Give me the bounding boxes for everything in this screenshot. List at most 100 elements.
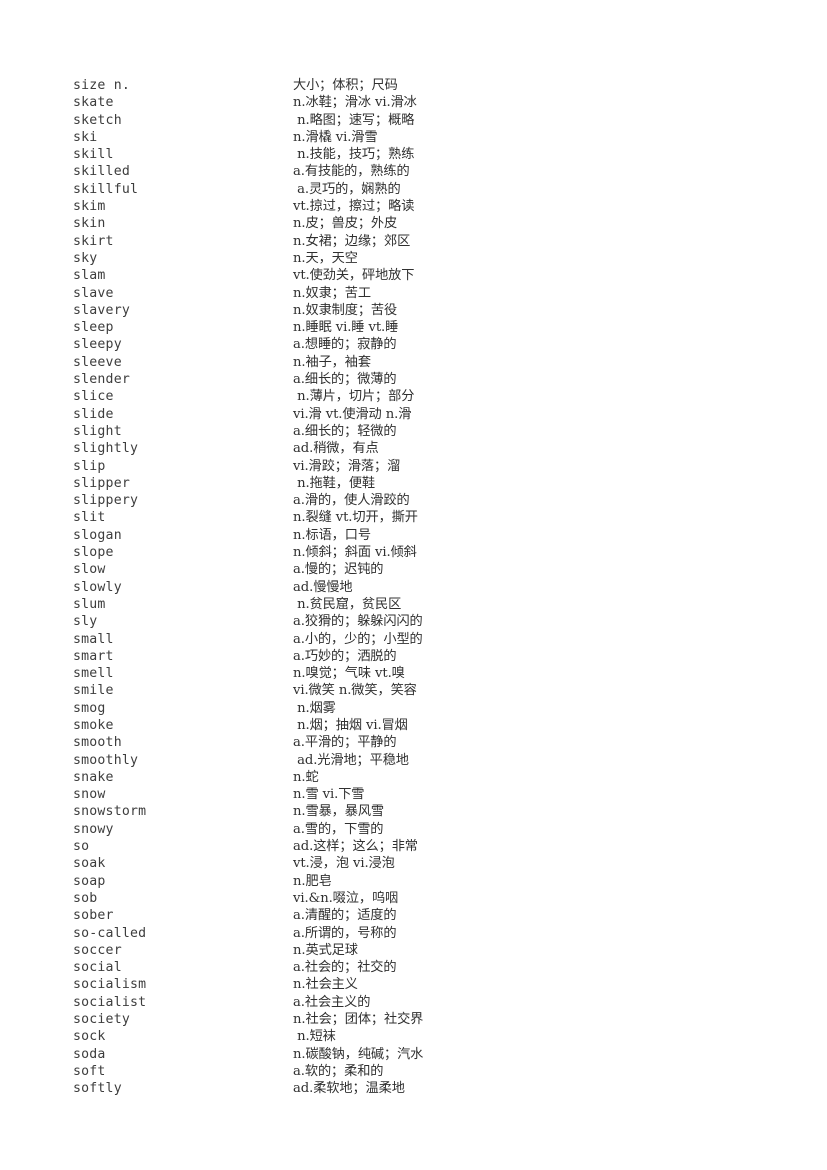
vocabulary-word: smoke: [73, 717, 114, 733]
vocabulary-row: slip vi.滑跤；滑落；溜: [73, 458, 473, 475]
vocabulary-definition: ad.柔软地；温柔地: [293, 1081, 405, 1097]
vocabulary-row: smooth a.平滑的；平静的: [73, 734, 473, 751]
vocabulary-table: size n. 大小；体积；尺码 skate n.冰鞋；滑冰 vi.滑冰 sketch …: [73, 77, 473, 1098]
vocabulary-word: social: [73, 960, 122, 976]
vocabulary-row: slowly ad.慢慢地: [73, 579, 473, 596]
vocabulary-row: sky n.天，天空: [73, 250, 473, 267]
vocabulary-word: sober: [73, 908, 114, 924]
vocabulary-row: smell n.嗅觉；气味 vt.嗅: [73, 665, 473, 682]
vocabulary-row: soccer n.英式足球: [73, 942, 473, 959]
vocabulary-definition: vt.掠过，擦过；略读: [293, 199, 415, 215]
vocabulary-definition: ad.光滑地；平稳地: [293, 752, 409, 768]
vocabulary-word: soap: [73, 873, 106, 889]
vocabulary-word: ski: [73, 129, 98, 145]
vocabulary-definition: a.有技能的，熟练的: [293, 164, 410, 180]
vocabulary-row: snake n.蛇: [73, 769, 473, 786]
vocabulary-row: sly a.狡猾的；躲躲闪闪的: [73, 613, 473, 630]
vocabulary-definition: vi.滑跤；滑落；溜: [293, 458, 401, 474]
vocabulary-definition: a.平滑的；平静的: [293, 735, 397, 751]
vocabulary-word: sock: [73, 1029, 106, 1045]
vocabulary-row: slow a.慢的；迟钝的: [73, 561, 473, 578]
vocabulary-row: sock n.短袜: [73, 1028, 473, 1045]
vocabulary-definition: n.蛇: [293, 769, 319, 785]
vocabulary-row: smoke n.烟；抽烟 vi.冒烟: [73, 717, 473, 734]
vocabulary-row: softly ad.柔软地；温柔地: [73, 1080, 473, 1097]
vocabulary-word: skin: [73, 216, 106, 232]
vocabulary-word: snowy: [73, 821, 114, 837]
vocabulary-row: slight a.细长的；轻微的: [73, 423, 473, 440]
vocabulary-word: sleepy: [73, 337, 122, 353]
vocabulary-word: slope: [73, 545, 114, 561]
vocabulary-row: soda n.碳酸钠，纯碱；汽水: [73, 1046, 473, 1063]
vocabulary-word: soak: [73, 856, 106, 872]
vocabulary-row: snowstorm n.雪暴，暴风雪: [73, 803, 473, 820]
vocabulary-row: slam vt.使劲关，砰地放下: [73, 267, 473, 284]
vocabulary-row: smog n.烟雾: [73, 700, 473, 717]
vocabulary-row: skate n.冰鞋；滑冰 vi.滑冰: [73, 94, 473, 111]
vocabulary-word: slightly: [73, 441, 139, 457]
vocabulary-word: softly: [73, 1081, 122, 1097]
vocabulary-row: slippery a.滑的，使人滑跤的: [73, 492, 473, 509]
vocabulary-definition: n.烟雾: [293, 700, 336, 716]
vocabulary-definition: n.睡眠 vi.睡 vt.睡: [293, 320, 399, 336]
vocabulary-definition: ad.这样；这么；非常: [293, 839, 418, 855]
vocabulary-row: slice n.薄片，切片；部分: [73, 388, 473, 405]
vocabulary-definition: vi.滑 vt.使滑动 n.滑: [293, 406, 412, 422]
vocabulary-word: snowstorm: [73, 804, 147, 820]
vocabulary-word: soft: [73, 1063, 106, 1079]
vocabulary-word: slice: [73, 389, 114, 405]
vocabulary-definition: a.社会主义的: [293, 994, 371, 1010]
vocabulary-definition: a.雪的，下雪的: [293, 821, 384, 837]
vocabulary-definition: a.慢的；迟钝的: [293, 562, 384, 578]
vocabulary-definition: vi.&n.啜泣，呜咽: [293, 890, 399, 906]
vocabulary-word: socialism: [73, 977, 147, 993]
vocabulary-row: slave n.奴隶；苦工: [73, 285, 473, 302]
vocabulary-definition: n.略图；速写；概略: [293, 112, 415, 128]
vocabulary-word: socialist: [73, 994, 147, 1010]
vocabulary-definition: a.滑的，使人滑跤的: [293, 493, 410, 509]
vocabulary-word: smooth: [73, 735, 122, 751]
vocabulary-row: sketch n.略图；速写；概略: [73, 112, 473, 129]
vocabulary-definition: n.贫民窟，贫民区: [293, 596, 402, 612]
vocabulary-row: size n. 大小；体积；尺码: [73, 77, 473, 94]
vocabulary-definition: a.细长的；轻微的: [293, 423, 397, 439]
vocabulary-definition: n.雪 vi.下雪: [293, 787, 365, 803]
vocabulary-row: socialist a.社会主义的: [73, 994, 473, 1011]
vocabulary-definition: n.标语，口号: [293, 527, 371, 543]
vocabulary-word: slum: [73, 596, 106, 612]
vocabulary-definition: ad.稍微，有点: [293, 441, 379, 457]
vocabulary-word: so-called: [73, 925, 147, 941]
vocabulary-word: sly: [73, 614, 98, 630]
vocabulary-definition: n.奴隶；苦工: [293, 285, 371, 301]
vocabulary-row: skirt n.女裙；边缘；郊区: [73, 233, 473, 250]
vocabulary-row: socialism n.社会主义: [73, 976, 473, 993]
vocabulary-word: slide: [73, 406, 114, 422]
vocabulary-word: smoothly: [73, 752, 139, 768]
vocabulary-row: slavery n.奴隶制度；苦役: [73, 302, 473, 319]
vocabulary-row: sleep n.睡眠 vi.睡 vt.睡: [73, 319, 473, 336]
vocabulary-row: so-called a.所谓的，号称的: [73, 925, 473, 942]
vocabulary-word: skillful: [73, 181, 139, 197]
vocabulary-row: skillful a.灵巧的，娴熟的: [73, 181, 473, 198]
vocabulary-word: slavery: [73, 302, 130, 318]
vocabulary-row: sober a.清醒的；适度的: [73, 907, 473, 924]
vocabulary-word: sleep: [73, 320, 114, 336]
vocabulary-row: skilled a.有技能的，熟练的: [73, 163, 473, 180]
vocabulary-word: slippery: [73, 493, 139, 509]
vocabulary-row: smoothly ad.光滑地；平稳地: [73, 752, 473, 769]
vocabulary-row: slope n.倾斜；斜面 vi.倾斜: [73, 544, 473, 561]
vocabulary-word: slip: [73, 458, 106, 474]
vocabulary-definition: a.软的；柔和的: [293, 1063, 384, 1079]
vocabulary-row: society n.社会；团体；社交界: [73, 1011, 473, 1028]
vocabulary-row: skin n.皮；兽皮；外皮: [73, 215, 473, 232]
vocabulary-definition: vi.微笑 n.微笑，笑容: [293, 683, 417, 699]
vocabulary-word: smart: [73, 648, 114, 664]
vocabulary-row: soak vt.浸，泡 vi.浸泡: [73, 855, 473, 872]
vocabulary-word: skill: [73, 147, 114, 163]
vocabulary-definition: n.肥皂: [293, 873, 332, 889]
vocabulary-word: snow: [73, 787, 106, 803]
vocabulary-definition: a.清醒的；适度的: [293, 908, 397, 924]
vocabulary-row: snowy a.雪的，下雪的: [73, 821, 473, 838]
vocabulary-definition: n.皮；兽皮；外皮: [293, 216, 398, 232]
vocabulary-word: slit: [73, 510, 106, 526]
